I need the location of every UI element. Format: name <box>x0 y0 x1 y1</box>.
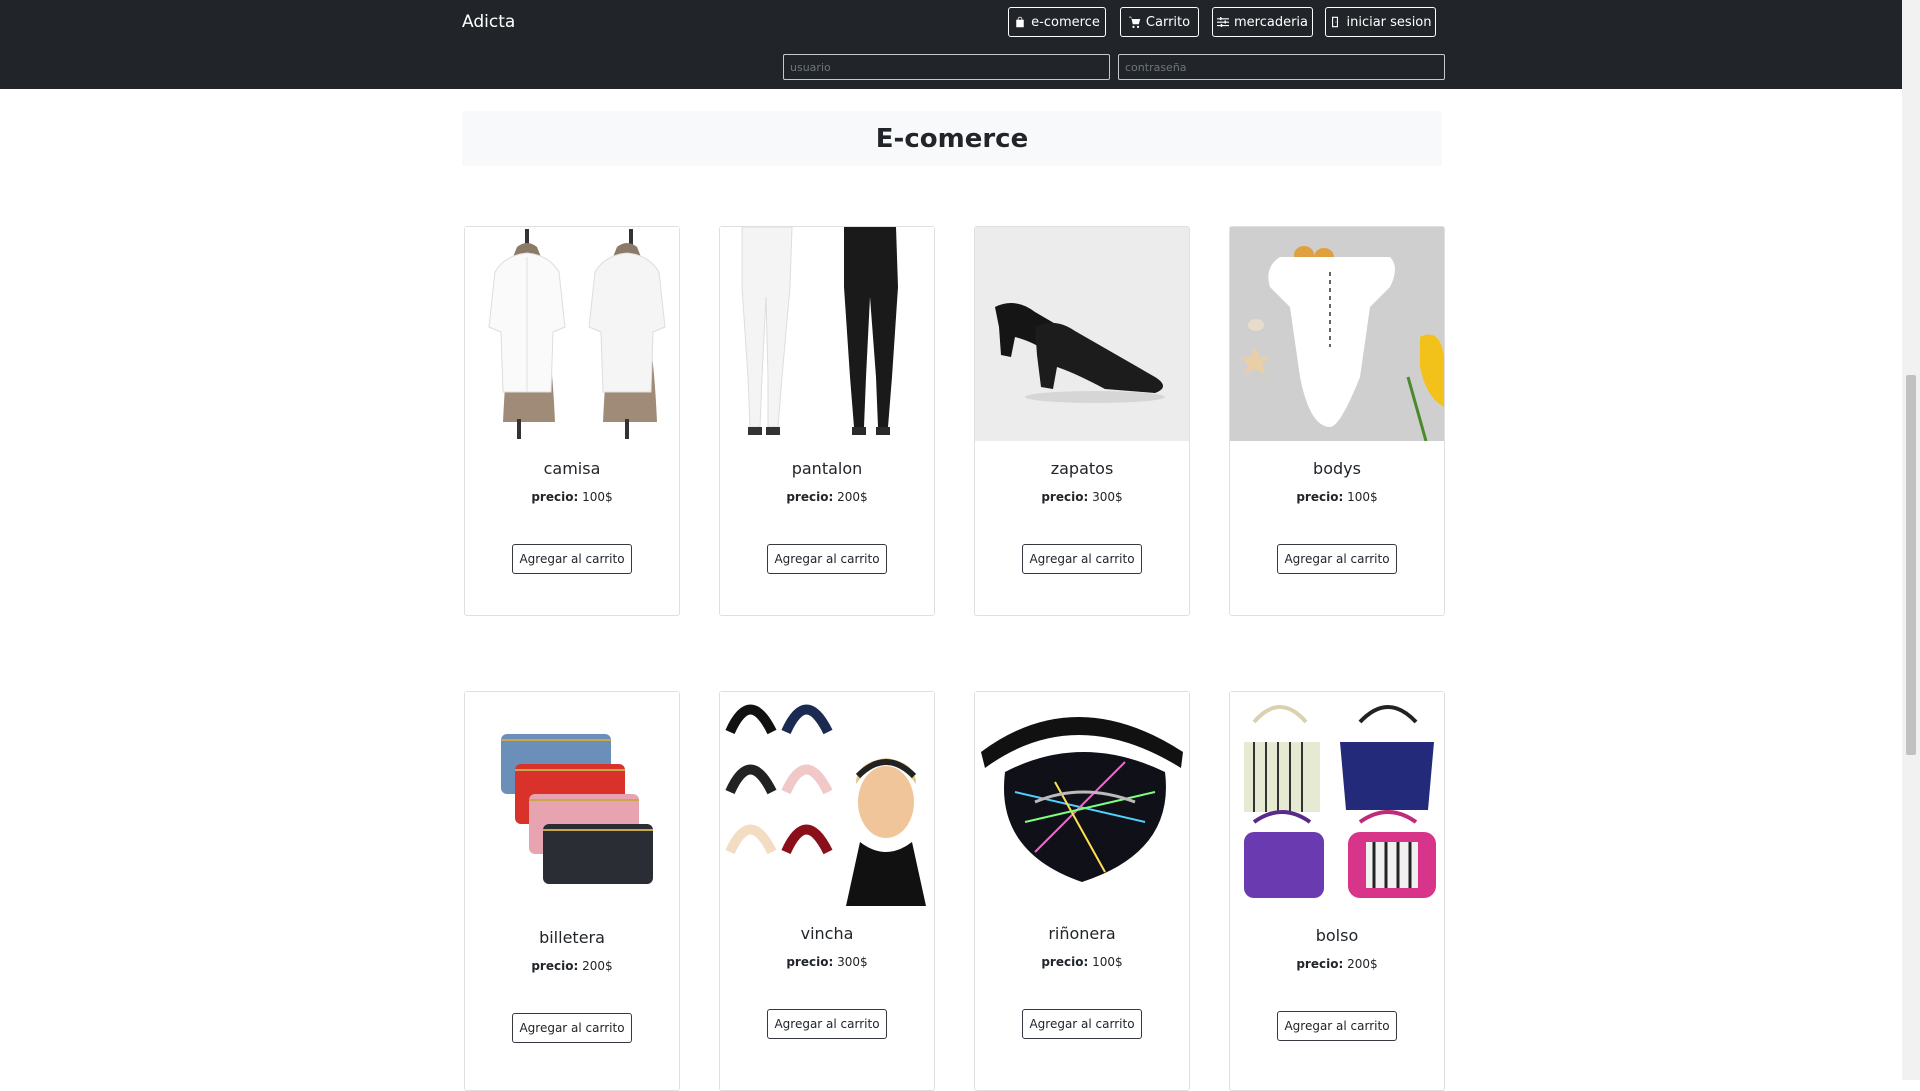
nav-login-button[interactable]: iniciar sesion <box>1325 7 1436 37</box>
product-card-rinonera: riñonera precio: 100$ Agregar al carrito <box>974 691 1190 1091</box>
add-to-cart-button[interactable]: Agregar al carrito <box>767 544 887 574</box>
product-price: precio: 100$ <box>465 490 679 504</box>
nav-cart-button[interactable]: Carrito <box>1120 7 1199 37</box>
product-image-handbags <box>1230 692 1444 910</box>
product-card-camisa: camisa precio: 100$ Agregar al carrito <box>464 226 680 616</box>
price-value: 100$ <box>1092 955 1123 969</box>
product-name: zapatos <box>1050 459 1114 478</box>
add-to-cart-button[interactable]: Agregar al carrito <box>1022 1009 1142 1039</box>
nav-ecomerce-label: e-comerce <box>1031 14 1100 30</box>
product-card-billetera: billetera precio: 200$ Agregar al carrit… <box>464 691 680 1091</box>
add-to-cart-button[interactable]: Agregar al carrito <box>1277 544 1397 574</box>
product-card-vincha: vincha precio: 300$ Agregar al carrito <box>719 691 935 1091</box>
product-price: precio: 200$ <box>720 490 934 504</box>
price-value: 100$ <box>582 490 613 504</box>
price-label: precio: <box>1296 957 1344 971</box>
sliders-icon <box>1216 17 1229 27</box>
price-value: 300$ <box>837 955 868 969</box>
product-name: bolso <box>1315 926 1359 945</box>
product-price: precio: 300$ <box>720 955 934 969</box>
price-value: 200$ <box>582 959 613 973</box>
product-image-shoes <box>975 227 1189 441</box>
product-price: precio: 300$ <box>975 490 1189 504</box>
product-price: precio: 200$ <box>1230 957 1444 971</box>
product-price: precio: 100$ <box>1230 490 1444 504</box>
cart-icon <box>1128 16 1141 28</box>
product-card-bolso: bolso precio: 200$ Agregar al carrito <box>1229 691 1445 1091</box>
product-card-bodys: bodys precio: 100$ Agregar al carrito <box>1229 226 1445 616</box>
nav-ecomerce-button[interactable]: e-comerce <box>1008 7 1106 37</box>
add-to-cart-button[interactable]: Agregar al carrito <box>512 544 632 574</box>
price-label: precio: <box>1041 955 1089 969</box>
price-label: precio: <box>786 955 834 969</box>
price-value: 300$ <box>1092 490 1123 504</box>
price-label: precio: <box>531 959 579 973</box>
bag-icon <box>1016 16 1024 28</box>
product-image-wallets <box>465 692 679 912</box>
brand-logo[interactable]: Adicta <box>462 12 515 32</box>
price-label: precio: <box>1041 490 1089 504</box>
product-image-pants <box>720 227 934 441</box>
top-navbar: Adicta e-comerce Carrito mercaderia inic… <box>0 0 1902 89</box>
product-name: bodys <box>1313 459 1361 478</box>
page-title: E-comerce <box>875 123 1029 154</box>
nav-login-label: iniciar sesion <box>1346 14 1432 30</box>
product-image-headbands <box>720 692 934 906</box>
product-name: pantalon <box>791 459 863 478</box>
product-name: billetera <box>539 928 605 947</box>
add-to-cart-button[interactable]: Agregar al carrito <box>1022 544 1142 574</box>
scrollbar-thumb[interactable] <box>1906 375 1916 755</box>
add-to-cart-button[interactable]: Agregar al carrito <box>767 1009 887 1039</box>
price-label: precio: <box>1296 490 1344 504</box>
page-header: E-comerce <box>462 111 1442 166</box>
product-image-fanny-pack <box>975 692 1189 906</box>
product-card-pantalon: pantalon precio: 200$ Agregar al carrito <box>719 226 935 616</box>
price-value: 200$ <box>1347 957 1378 971</box>
product-price: precio: 100$ <box>975 955 1189 969</box>
nav-mercaderia-button[interactable]: mercaderia <box>1212 7 1313 37</box>
nav-cart-label: Carrito <box>1145 14 1191 30</box>
product-price: precio: 200$ <box>465 959 679 973</box>
nav-mercaderia-label: mercaderia <box>1233 14 1308 30</box>
price-label: precio: <box>786 490 834 504</box>
price-label: precio: <box>531 490 579 504</box>
door-icon <box>1332 16 1339 28</box>
username-input[interactable] <box>783 54 1110 80</box>
password-input[interactable] <box>1118 54 1445 80</box>
product-image-bodysuit <box>1230 227 1444 441</box>
product-image-shirt <box>465 227 679 441</box>
add-to-cart-button[interactable]: Agregar al carrito <box>1277 1011 1397 1041</box>
price-value: 100$ <box>1347 490 1378 504</box>
add-to-cart-button[interactable]: Agregar al carrito <box>512 1013 632 1043</box>
product-name: riñonera <box>1048 924 1116 943</box>
price-value: 200$ <box>837 490 868 504</box>
product-name: vincha <box>800 924 854 943</box>
product-card-zapatos: zapatos precio: 300$ Agregar al carrito <box>974 226 1190 616</box>
product-name: camisa <box>543 459 601 478</box>
